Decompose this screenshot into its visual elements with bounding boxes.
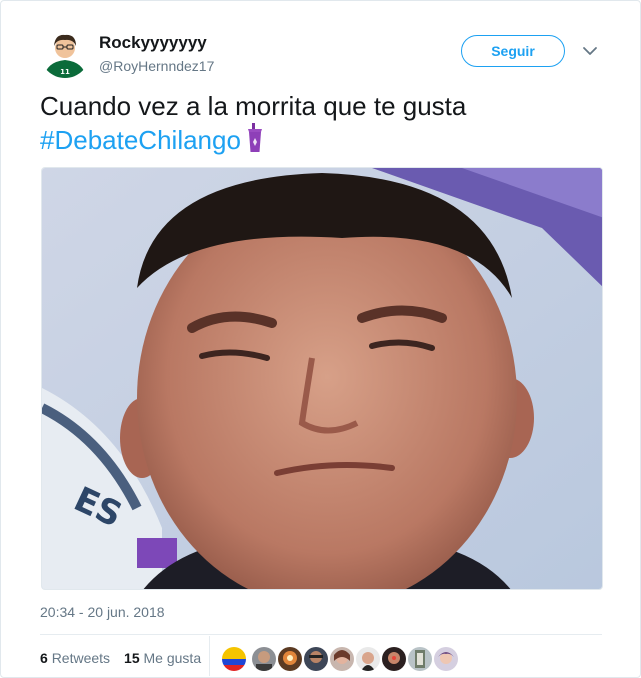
- likes-label: Me gusta: [143, 650, 202, 666]
- svg-text:11: 11: [60, 68, 70, 76]
- author-display-name[interactable]: Rockyyyyyyy: [99, 33, 207, 53]
- liker-avatar[interactable]: [221, 646, 247, 672]
- retweets-count: 6: [40, 650, 48, 666]
- liker-avatar[interactable]: [277, 646, 303, 672]
- avatar-illustration: 11: [40, 28, 90, 78]
- likes-count: 15: [124, 650, 140, 666]
- tweet-body: Cuando vez a la morrita que te gusta: [40, 91, 467, 121]
- liker-avatar[interactable]: [251, 646, 277, 672]
- stats-separator: [209, 636, 210, 676]
- retweets-stat[interactable]: 6 Retweets: [40, 650, 110, 666]
- liker-avatar[interactable]: [381, 646, 407, 672]
- liker-avatar[interactable]: [355, 646, 381, 672]
- tweet-media-image[interactable]: ES: [41, 167, 603, 590]
- author-avatar[interactable]: 11: [40, 28, 90, 78]
- chevron-down-icon[interactable]: [582, 45, 598, 57]
- follow-button[interactable]: Seguir: [461, 35, 565, 67]
- liker-avatar[interactable]: [407, 646, 433, 672]
- purple-cup-icon: [247, 123, 262, 152]
- liker-avatar[interactable]: [433, 646, 459, 672]
- author-handle[interactable]: @RoyHernndez17: [99, 58, 214, 74]
- likes-stat[interactable]: 15 Me gusta: [124, 650, 201, 666]
- liker-avatar[interactable]: [303, 646, 329, 672]
- media-photo: ES: [42, 168, 602, 589]
- tweet-stats: 6 Retweets 15 Me gusta: [40, 650, 201, 666]
- hashtag-link[interactable]: #DebateChilango: [40, 125, 241, 155]
- divider: [40, 634, 602, 635]
- liker-avatar[interactable]: [329, 646, 355, 672]
- tweet-text: Cuando vez a la morrita que te gusta #De…: [40, 90, 610, 157]
- retweets-label: Retweets: [51, 650, 111, 666]
- tweet-timestamp[interactable]: 20:34 - 20 jun. 2018: [40, 604, 165, 620]
